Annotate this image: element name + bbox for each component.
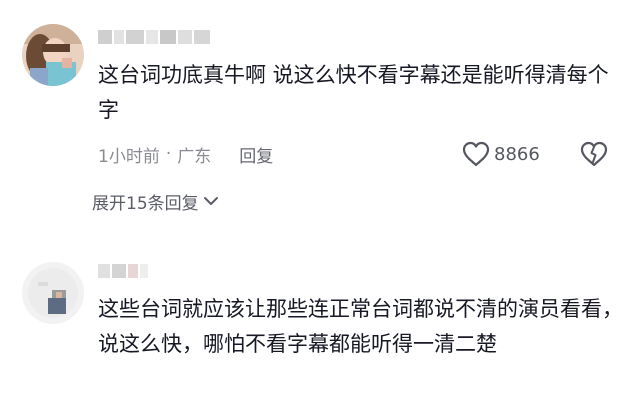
comment-meta: 1小时前 · 广东 回复 xyxy=(98,140,273,168)
avatar-image xyxy=(22,262,84,324)
avatar-image xyxy=(22,24,84,86)
meta-separator: · xyxy=(165,144,172,164)
reply-button[interactable]: 回复 xyxy=(239,142,273,167)
comment-location: 广东 xyxy=(177,146,212,167)
like-count: 8866 xyxy=(494,143,540,165)
avatar[interactable] xyxy=(22,262,84,324)
username-obscured[interactable] xyxy=(98,260,150,282)
avatar[interactable] xyxy=(22,24,84,86)
broken-heart-icon xyxy=(580,141,608,167)
like-button[interactable]: 8866 xyxy=(462,140,540,168)
comment-time: 1小时前 xyxy=(98,146,160,167)
expand-replies-label: 展开15条回复 xyxy=(92,193,199,214)
heart-outline-icon xyxy=(462,141,490,167)
comment-list: 这台词功底真牛啊 说这么快不看字幕还是能听得清每个字 1小时前 · 广东 回复 … xyxy=(0,0,640,400)
chevron-down-icon xyxy=(203,197,218,205)
dislike-button[interactable] xyxy=(580,141,608,169)
username-obscured[interactable] xyxy=(98,26,212,48)
comment-text: 这台词功底真牛啊 说这么快不看字幕还是能听得清每个字 xyxy=(98,63,609,122)
expand-replies-button[interactable]: 展开15条回复 xyxy=(92,187,219,215)
comment-item: 这些台词就应该让那些连正常台词都说不清的演员看看，说这么快，哪怕不看字幕都能听得… xyxy=(0,240,640,400)
comment-text: 这些台词就应该让那些连正常台词都说不清的演员看看，说这么快，哪怕不看字幕都能听得… xyxy=(98,297,623,356)
comment-item: 这台词功底真牛啊 说这么快不看字幕还是能听得清每个字 1小时前 · 广东 回复 … xyxy=(0,0,640,238)
